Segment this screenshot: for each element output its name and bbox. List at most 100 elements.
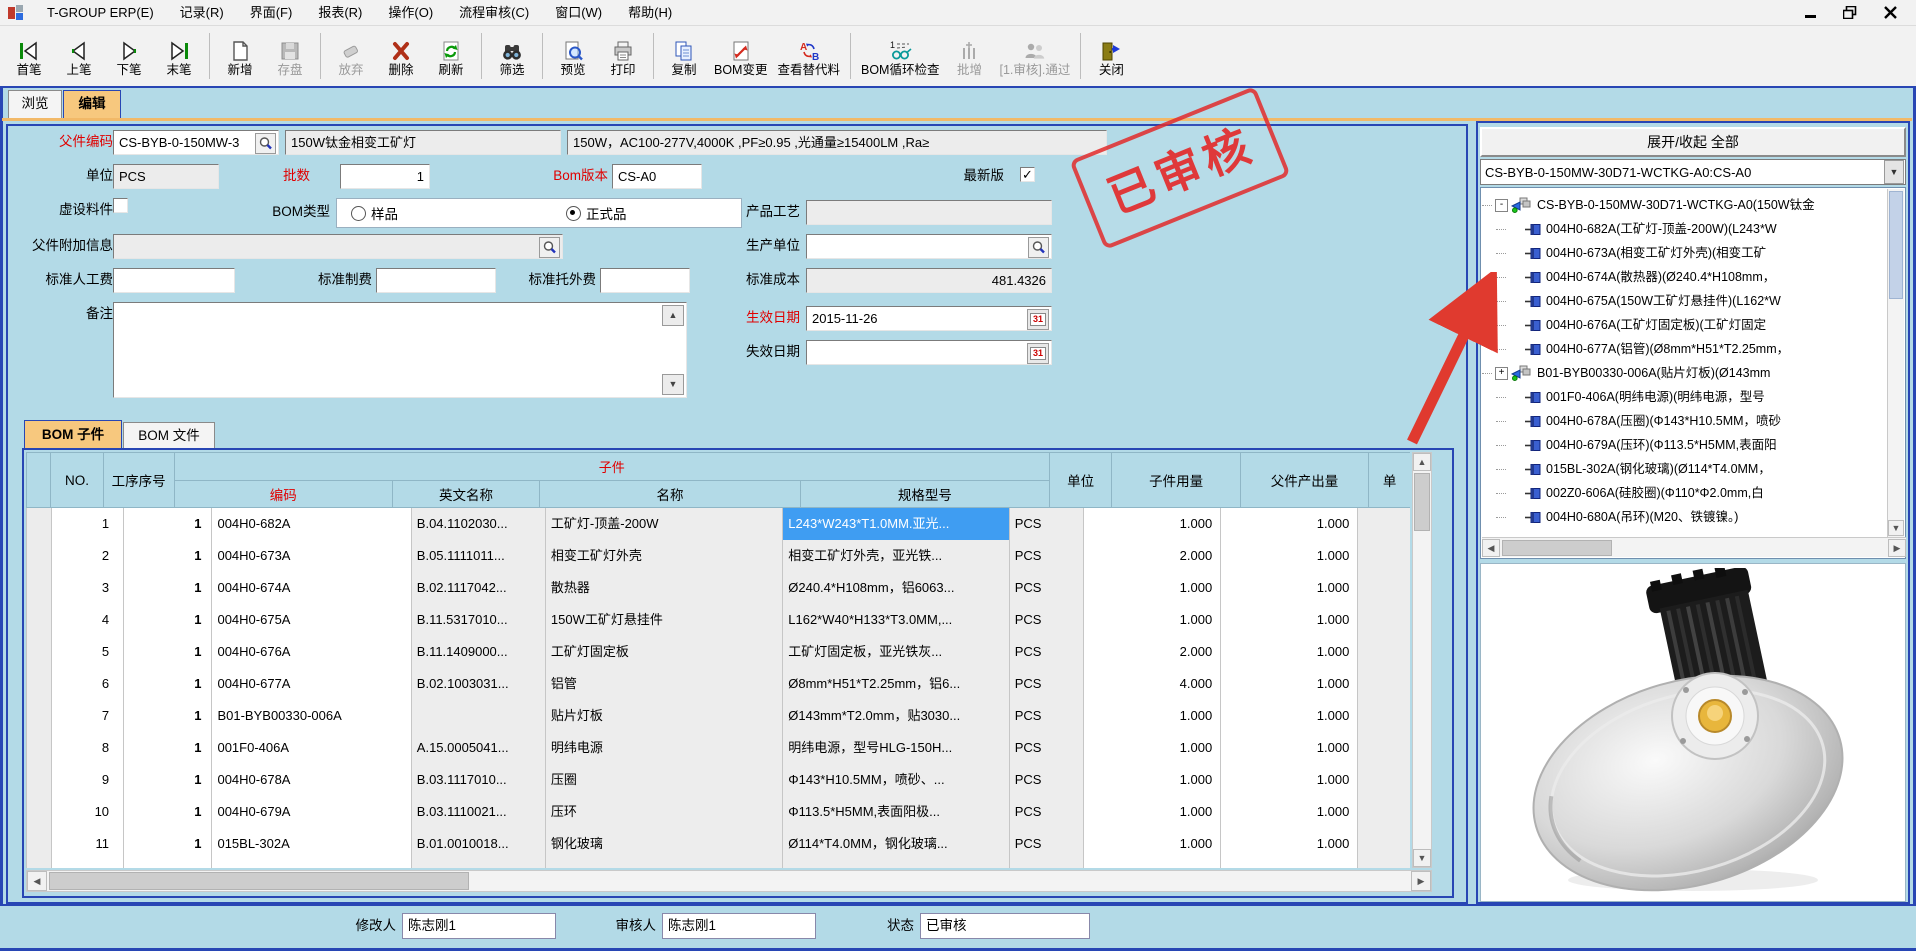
row-code-cell[interactable]: 004H0-682A [212, 508, 411, 541]
row-selector-cell[interactable] [27, 572, 52, 605]
bom-version-field[interactable]: CS-A0 [612, 164, 702, 189]
tree-hscrollbar[interactable]: ◀ ▶ [1482, 537, 1906, 557]
tree-item[interactable]: 004H0-678A(压圈)(Φ143*H10.5MM，喷砂 [1482, 409, 1888, 433]
menu-item[interactable]: 操作(O) [375, 0, 446, 26]
row-code-cell[interactable]: 004H0-673A [212, 540, 411, 573]
table-row[interactable]: 10 1 004H0-679A B.03.1110021... 压环 Φ113.… [27, 796, 1410, 828]
row-seq-cell[interactable]: 1 [124, 732, 212, 765]
row-code-cell[interactable]: 004H0-677A [212, 668, 411, 701]
row-selector-cell[interactable] [27, 540, 52, 573]
tree-vscrollbar[interactable]: ▼ [1887, 189, 1904, 538]
tree-item[interactable]: 002Z0-606A(硅胶圈)(Φ110*Φ2.0mm,白 [1482, 481, 1888, 505]
tree-vscroll-thumb[interactable] [1889, 191, 1903, 299]
scroll-right-button[interactable]: ▶ [1411, 871, 1431, 891]
virtual-part-checkbox[interactable] [113, 198, 128, 213]
row-code-cell[interactable]: 004H0-676A [212, 636, 411, 669]
table-hscrollbar[interactable]: ◀ ▶ [26, 870, 1432, 892]
table-row[interactable]: 1 1 004H0-682A B.04.1102030... 工矿灯-顶盖-20… [27, 508, 1410, 540]
row-parent-qty-cell[interactable]: 1.000 [1221, 732, 1358, 765]
effective-date-calendar-button[interactable]: 31 [1027, 309, 1049, 330]
row-code-cell[interactable]: B01-BYB00330-006A [212, 700, 411, 733]
row-parent-qty-cell[interactable]: 1.000 [1221, 828, 1358, 861]
tree-item[interactable]: 004H0-674A(散热器)(Ø240.4*H108mm， [1482, 265, 1888, 289]
restore-button[interactable] [1842, 5, 1858, 21]
row-spec-cell[interactable]: Φ143*H10.5MM，喷砂、... [783, 764, 1009, 797]
production-unit-field[interactable] [806, 234, 1052, 259]
row-selector-cell[interactable] [27, 604, 52, 637]
expand-collapse-button[interactable]: 展开/收起 全部 [1480, 127, 1906, 157]
row-parent-qty-cell[interactable]: 1.000 [1221, 700, 1358, 733]
row-selector-cell[interactable] [27, 508, 52, 541]
row-spec-cell[interactable]: 相变工矿灯外壳，亚光铁... [783, 540, 1009, 573]
approve-pass-button[interactable]: [1.审核].通过 [994, 27, 1075, 85]
row-qty-cell[interactable]: 1.000 [1084, 828, 1221, 861]
row-selector-cell[interactable] [27, 636, 52, 669]
row-seq-cell[interactable]: 1 [124, 604, 212, 637]
table-row[interactable]: 8 1 001F0-406A A.15.0005041... 明纬电源 明纬电源… [27, 732, 1410, 764]
row-parent-qty-cell[interactable]: 1.000 [1221, 764, 1358, 797]
expire-date-field[interactable]: 31 [806, 340, 1052, 365]
filter-button[interactable]: 筛选 [487, 27, 537, 85]
parent-code-field[interactable]: CS-BYB-0-150MW-3 [113, 130, 279, 155]
row-selector-cell[interactable] [27, 732, 52, 765]
row-seq-cell[interactable]: 1 [124, 668, 212, 701]
tree-item[interactable]: 004H0-676A(工矿灯固定板)(工矿灯固定 [1482, 313, 1888, 337]
tree-item[interactable]: + B01-BYB00330-006A(贴片灯板)(Ø143mm [1482, 361, 1888, 385]
tab-bom-files[interactable]: BOM 文件 [123, 422, 215, 450]
row-selector-cell[interactable] [27, 796, 52, 829]
row-seq-cell[interactable]: 1 [124, 828, 212, 861]
tree-expander[interactable]: - [1495, 199, 1508, 212]
tree-item[interactable]: 004H0-675A(150W工矿灯悬挂件)(L162*W [1482, 289, 1888, 313]
row-parent-qty-cell[interactable]: 1.000 [1221, 540, 1358, 573]
table-row[interactable]: 11 1 015BL-302A B.01.0010018... 钢化玻璃 Ø11… [27, 828, 1410, 860]
table-vscrollbar[interactable]: ▲ ▼ [1412, 452, 1432, 868]
last-record-button[interactable]: 末笔 [154, 27, 204, 85]
bom-type-formal-radio[interactable]: 正式品 [566, 203, 627, 223]
row-code-cell[interactable]: 002Z0-606A [212, 860, 411, 868]
row-seq-cell[interactable]: 1 [124, 540, 212, 573]
menu-item[interactable]: 流程审核(C) [446, 0, 542, 26]
batch-field[interactable]: 1 [340, 164, 430, 189]
prev-record-button[interactable]: 上笔 [54, 27, 104, 85]
row-spec-cell[interactable]: 明纬电源，型号HLG-150H... [783, 732, 1009, 765]
tree-item[interactable]: 004H0-673A(相变工矿灯外壳)(相变工矿 [1482, 241, 1888, 265]
row-parent-qty-cell[interactable]: 1.000 [1221, 668, 1358, 701]
preview-button[interactable]: 预览 [548, 27, 598, 85]
row-code-cell[interactable]: 004H0-679A [212, 796, 411, 829]
scroll-down-button[interactable]: ▼ [1413, 849, 1431, 867]
row-spec-cell[interactable]: Ø8mm*H51*T2.25mm，铝6... [783, 668, 1009, 701]
row-parent-qty-cell[interactable]: 1.000 [1221, 860, 1358, 868]
tab-edit[interactable]: 编辑 [63, 90, 121, 118]
row-qty-cell[interactable]: 2.000 [1084, 636, 1221, 669]
row-spec-cell[interactable]: Ø114*T4.0MM，钢化玻璃... [783, 828, 1009, 861]
row-qty-cell[interactable]: 1.000 [1084, 764, 1221, 797]
close-button[interactable] [1882, 5, 1898, 21]
row-qty-cell[interactable]: 1.000 [1084, 604, 1221, 637]
tree-item[interactable]: 004H0-680A(吊环)(M20、铁镀镍。) [1482, 505, 1888, 529]
std-outsource-field[interactable] [600, 268, 690, 293]
row-seq-cell[interactable]: 1 [124, 636, 212, 669]
discard-button[interactable]: 放弃 [326, 27, 376, 85]
row-selector-cell[interactable] [27, 668, 52, 701]
row-qty-cell[interactable]: 1.000 [1084, 700, 1221, 733]
tree-item[interactable]: 004H0-682A(工矿灯-顶盖-200W)(L243*W [1482, 217, 1888, 241]
delete-button[interactable]: 删除 [376, 27, 426, 85]
menu-item[interactable]: 界面(F) [237, 0, 306, 26]
row-code-cell[interactable]: 015BL-302A [212, 828, 411, 861]
view-substitute-button[interactable]: AB 查看替代料 [772, 27, 845, 85]
row-parent-qty-cell[interactable]: 1.000 [1221, 796, 1358, 829]
first-record-button[interactable]: 首笔 [4, 27, 54, 85]
menu-item[interactable]: 记录(R) [167, 0, 237, 26]
menu-item[interactable]: 报表(R) [305, 0, 375, 26]
row-spec-cell[interactable]: L162*W40*H133*T3.0MM,... [783, 604, 1009, 637]
parent-info-field[interactable] [113, 234, 563, 259]
menu-item[interactable]: T-GROUP ERP(E) [34, 0, 167, 26]
row-qty-cell[interactable]: 1.000 [1084, 796, 1221, 829]
expire-date-calendar-button[interactable]: 31 [1027, 343, 1049, 364]
bom-change-button[interactable]: BOM变更 [709, 27, 772, 85]
bom-version-combo[interactable]: CS-BYB-0-150MW-30D71-WCTKG-A0:CS-A0 ▼ [1480, 159, 1906, 185]
scroll-left-button[interactable]: ◀ [1482, 539, 1500, 557]
row-code-cell[interactable]: 004H0-674A [212, 572, 411, 605]
row-spec-cell[interactable]: Ø240.4*H108mm，铝6063... [783, 572, 1009, 605]
close-form-button[interactable]: 关闭 [1086, 27, 1136, 85]
